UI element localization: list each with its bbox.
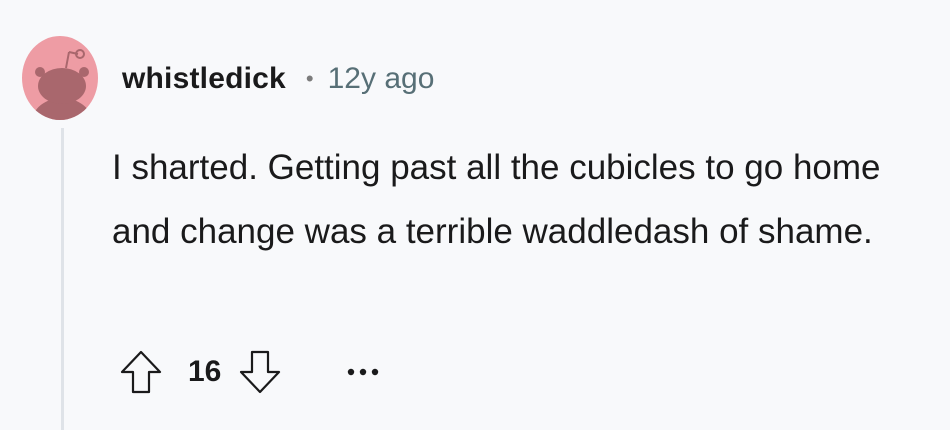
- downvote-button[interactable]: [237, 349, 283, 395]
- arrow-down-icon: [240, 350, 281, 394]
- upvote-button[interactable]: [118, 349, 164, 395]
- arrow-up-icon: [120, 350, 162, 394]
- snoo-avatar-icon: [22, 36, 98, 120]
- avatar[interactable]: [22, 30, 100, 122]
- comment-text: I sharted. Getting past all the cubicles…: [112, 148, 881, 251]
- comment-timestamp[interactable]: 12y ago: [328, 62, 435, 96]
- vote-count: 16: [188, 355, 222, 388]
- meta-separator: •: [305, 66, 314, 91]
- username-link[interactable]: whistledick: [122, 62, 286, 96]
- more-options-icon: [348, 368, 379, 376]
- thread-line: [61, 128, 64, 430]
- more-options-button[interactable]: [343, 349, 383, 395]
- comment-meta: whistledick • 12y ago: [122, 56, 434, 102]
- comment-actions: 16: [118, 346, 383, 398]
- comment-body: I sharted. Getting past all the cubicles…: [112, 136, 932, 264]
